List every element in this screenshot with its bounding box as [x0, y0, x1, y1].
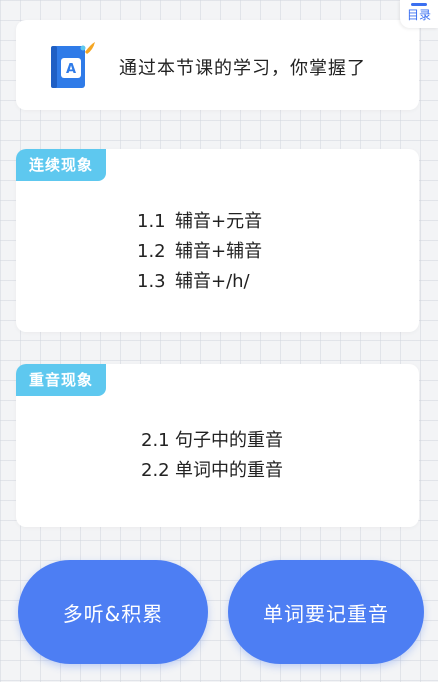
toc-bar-icon: [411, 3, 427, 6]
toc-button[interactable]: 目录: [400, 0, 438, 28]
listen-accumulate-button[interactable]: 多听&积累: [18, 560, 208, 664]
item-number: 1.3: [137, 271, 166, 292]
item-number: 2.1: [141, 430, 170, 451]
item-text: 辅音+/h/: [175, 271, 250, 292]
svg-text:A: A: [66, 62, 76, 77]
list-item: 1.1 辅音+元音: [137, 207, 262, 237]
item-number: 1.1: [137, 211, 166, 232]
item-text: 辅音+元音: [175, 211, 263, 232]
summary-intro-card: A 通过本节课的学习，你掌握了: [16, 20, 419, 110]
list-item: 1.2 辅音+辅音: [137, 237, 262, 267]
section-items: 2.1 句子中的重音 2.2 单词中的重音: [141, 426, 283, 486]
list-item: 1.3 辅音+/h/: [137, 267, 262, 297]
item-text: 辅音+辅音: [175, 241, 263, 262]
section-card-liaison: 连续现象 1.1 辅音+元音 1.2 辅音+辅音 1.3 辅音+/h/: [16, 149, 419, 332]
button-label: 多听&积累: [62, 601, 164, 626]
word-stress-button[interactable]: 单词要记重音: [228, 560, 424, 664]
intro-text: 通过本节课的学习，你掌握了: [119, 58, 366, 79]
item-number: 2.2: [141, 460, 170, 481]
toc-label: 目录: [406, 8, 431, 22]
button-label: 单词要记重音: [263, 601, 389, 626]
item-text: 句子中的重音: [175, 430, 283, 451]
item-text: 单词中的重音: [175, 460, 283, 481]
section-card-stress: 重音现象 2.1 句子中的重音 2.2 单词中的重音: [16, 364, 419, 527]
section-items: 1.1 辅音+元音 1.2 辅音+辅音 1.3 辅音+/h/: [137, 207, 262, 297]
list-item: 2.2 单词中的重音: [141, 456, 283, 486]
section-tag: 连续现象: [16, 149, 107, 181]
book-icon: A: [51, 42, 95, 88]
section-tag: 重音现象: [16, 364, 107, 396]
list-item: 2.1 句子中的重音: [141, 426, 283, 456]
item-number: 1.2: [137, 241, 166, 262]
